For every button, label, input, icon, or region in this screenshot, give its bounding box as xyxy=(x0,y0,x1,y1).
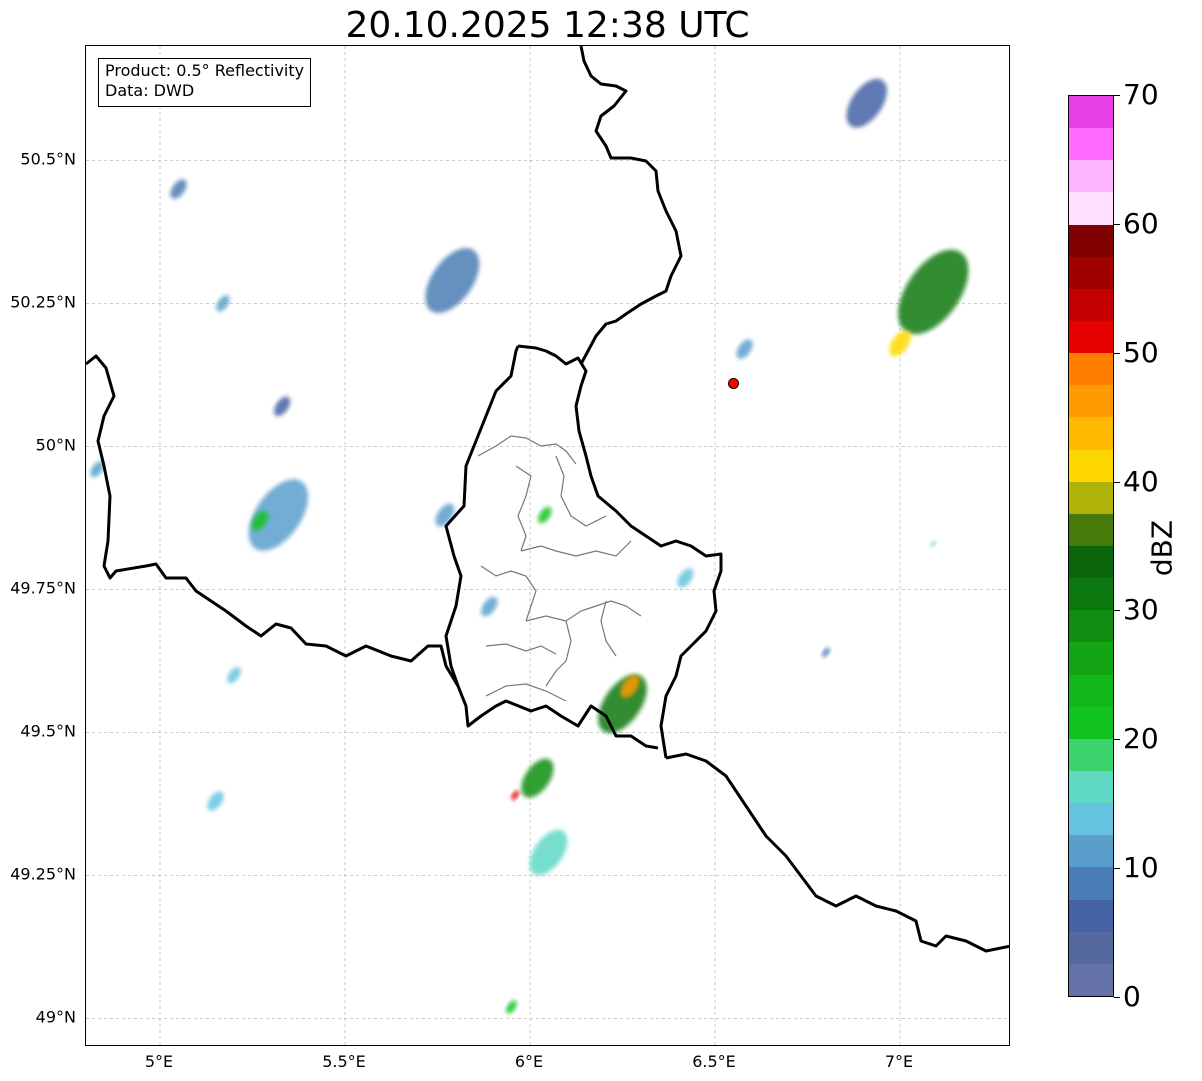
colorbar-segment-16 xyxy=(1069,449,1113,482)
colorbar-tick-label-4: 40 xyxy=(1123,464,1159,498)
lon-tick-label-3: 6.5°E xyxy=(692,1052,736,1071)
lat-tick-label-2: 49.5°N xyxy=(20,721,76,741)
border-belgium-france xyxy=(86,354,659,750)
echo-cell-20 xyxy=(930,540,936,547)
lon-tick-label-1: 5.5°E xyxy=(322,1052,366,1071)
map-canvas xyxy=(86,46,1009,1045)
colorbar-segment-26 xyxy=(1069,128,1113,161)
colorbar-tick-label-3: 30 xyxy=(1123,593,1159,627)
colorbar-segment-17 xyxy=(1069,417,1113,450)
echo-cell-18 xyxy=(677,568,694,588)
colorbar-segment-18 xyxy=(1069,385,1113,418)
echo-cell-12 xyxy=(216,295,230,312)
echo-cell-11 xyxy=(170,179,187,199)
colorbar-tick-label-0: 0 xyxy=(1123,980,1141,1013)
colorbar-tick-2 xyxy=(1114,739,1120,741)
colorbar-segment-5 xyxy=(1069,803,1113,836)
colorbar-segment-15 xyxy=(1069,481,1113,514)
echo-cell-5 xyxy=(248,479,309,551)
colorbar-tick-label-6: 60 xyxy=(1123,206,1159,240)
echo-cell-2 xyxy=(521,758,554,798)
colorbar xyxy=(1068,95,1114,997)
colorbar-segment-25 xyxy=(1069,160,1113,193)
colorbar-segment-11 xyxy=(1069,610,1113,643)
colorbar-tick-6 xyxy=(1114,223,1120,225)
colorbar-segment-4 xyxy=(1069,835,1113,868)
colorbar-segment-0 xyxy=(1069,963,1113,996)
colorbar-segment-3 xyxy=(1069,867,1113,900)
echo-cell-16 xyxy=(227,667,241,684)
gridlines xyxy=(86,46,1009,1045)
colorbar-tick-label-1: 10 xyxy=(1123,851,1159,885)
colorbar-segment-13 xyxy=(1069,546,1113,579)
echo-cell-19 xyxy=(821,647,831,658)
product-info-box: Product: 0.5° Reflectivity Data: DWD xyxy=(98,58,312,107)
lat-tick-label-4: 50°N xyxy=(35,435,76,455)
border-luxembourg-west xyxy=(444,345,520,687)
lon-tick-label-4: 7°E xyxy=(884,1052,914,1071)
radar-site-marker[interactable] xyxy=(728,377,739,389)
map-title: 20.10.2025 12:38 UTC xyxy=(345,5,750,46)
lat-tick-label-3: 49.75°N xyxy=(10,578,76,598)
colorbar-tick-4 xyxy=(1114,481,1120,483)
colorbar-segment-27 xyxy=(1069,96,1113,129)
colorbar-segment-8 xyxy=(1069,706,1113,739)
echo-cell-3 xyxy=(511,790,520,801)
colorbar-tick-label-7: 70 xyxy=(1123,78,1159,111)
colorbar-segment-7 xyxy=(1069,738,1113,772)
lon-tick-label-0: 5°E xyxy=(144,1052,174,1071)
colorbar-segment-24 xyxy=(1069,192,1113,225)
echo-cell-21 xyxy=(481,596,498,617)
colorbar-segment-6 xyxy=(1069,771,1113,804)
colorbar-tick-label-5: 50 xyxy=(1123,335,1159,369)
colorbar-tick-5 xyxy=(1114,352,1120,354)
colorbar-segment-12 xyxy=(1069,578,1113,611)
colorbar-tick-0 xyxy=(1114,997,1120,998)
echo-cell-15 xyxy=(274,396,291,417)
borders xyxy=(86,46,1009,953)
colorbar-segment-14 xyxy=(1069,513,1113,547)
border-germany-france xyxy=(665,752,1009,953)
colorbar-tick-7 xyxy=(1114,95,1120,96)
lat-tick-label-0: 49°N xyxy=(35,1007,76,1027)
colorbar-segment-10 xyxy=(1069,642,1113,675)
lon-tick-label-2: 6°E xyxy=(514,1052,544,1071)
lat-tick-label-1: 49.25°N xyxy=(10,864,76,884)
colorbar-segment-23 xyxy=(1069,224,1113,257)
colorbar-segment-2 xyxy=(1069,899,1113,932)
colorbar-segment-19 xyxy=(1069,353,1113,386)
colorbar-unit-label: dBZ xyxy=(1145,519,1179,577)
echo-cell-17 xyxy=(207,791,224,811)
echo-cell-24 xyxy=(506,1000,517,1014)
colorbar-segment-9 xyxy=(1069,674,1113,707)
lat-tick-label-6: 50.5°N xyxy=(20,149,76,169)
colorbar-tick-label-2: 20 xyxy=(1123,722,1159,756)
echo-cell-7 xyxy=(425,248,480,313)
lat-tick-label-5: 50.25°N xyxy=(10,292,76,312)
colorbar-segment-22 xyxy=(1069,256,1113,289)
colorbar-tick-1 xyxy=(1114,868,1120,870)
echo-cell-22 xyxy=(736,339,753,359)
data-source-label: Data: DWD xyxy=(105,81,195,100)
border-germany-belgium xyxy=(579,46,683,365)
reflectivity-echoes xyxy=(90,78,969,1014)
radar-map[interactable]: Product: 0.5° Reflectivity Data: DWD xyxy=(85,45,1010,1046)
colorbar-segment-21 xyxy=(1069,288,1113,322)
echo-cell-10 xyxy=(846,78,887,128)
product-label: Product: 0.5° Reflectivity xyxy=(105,61,305,80)
canton-borders xyxy=(477,435,642,702)
colorbar-segment-20 xyxy=(1069,321,1113,354)
colorbar-segment-1 xyxy=(1069,931,1113,964)
colorbar-tick-3 xyxy=(1114,610,1120,612)
echo-cell-8 xyxy=(898,249,969,335)
echo-cell-14 xyxy=(538,506,552,524)
echo-cell-0 xyxy=(598,674,647,734)
